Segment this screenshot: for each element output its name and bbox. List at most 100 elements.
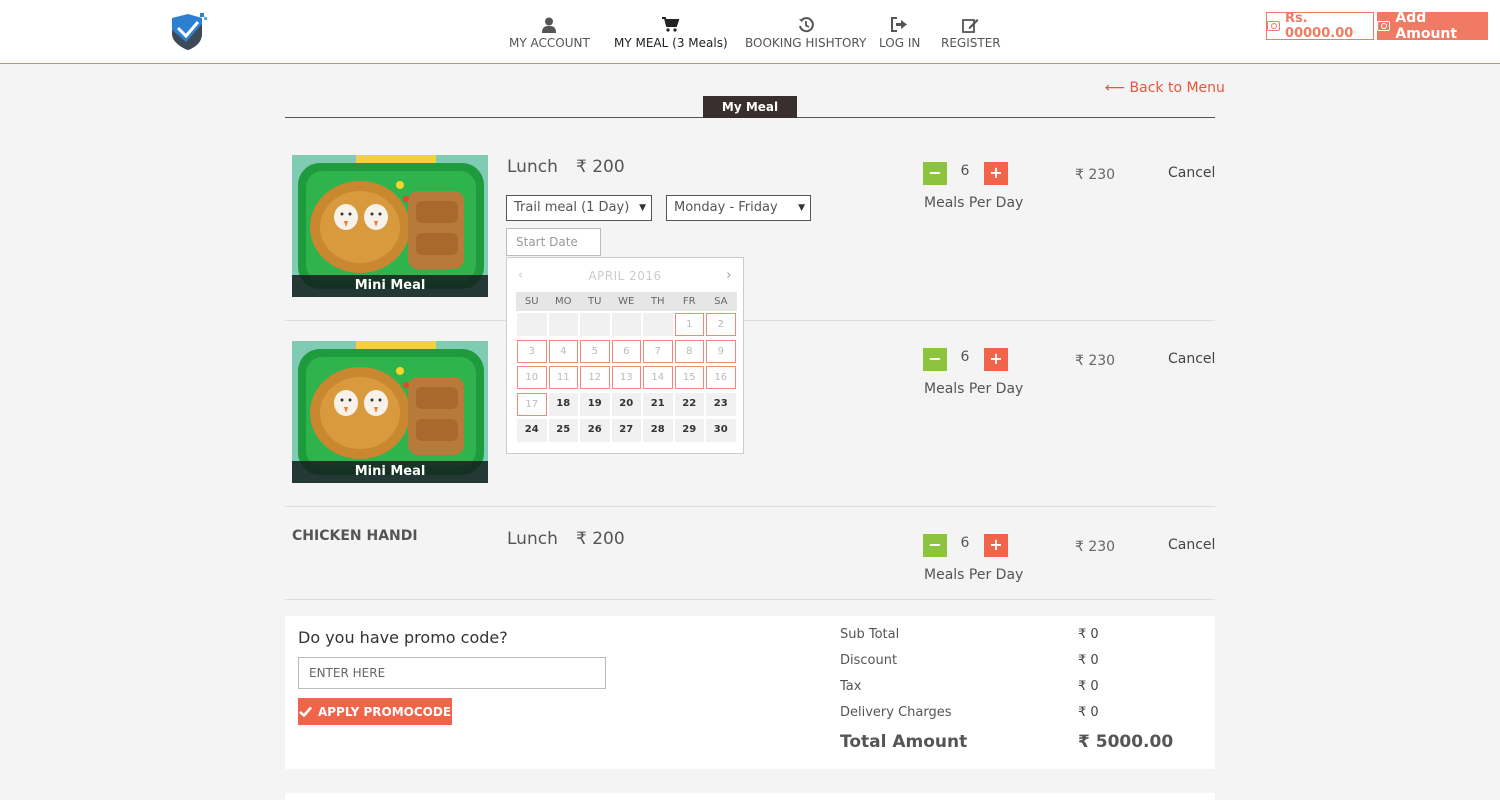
add-amount-button[interactable]: Add Amount	[1377, 10, 1488, 42]
chevron-left-icon[interactable]: ‹	[518, 266, 524, 286]
calendar-empty-cell	[548, 313, 578, 336]
quantity-value: 6	[960, 163, 970, 179]
nav-my-account[interactable]: MY ACCOUNT	[509, 14, 590, 50]
row-divider	[285, 506, 1215, 507]
calendar-day[interactable]: 25	[548, 419, 578, 442]
meal-type: Lunch	[507, 157, 558, 177]
calendar-day: 9	[706, 339, 736, 363]
brand-logo-icon[interactable]	[168, 12, 208, 52]
calendar-day[interactable]: 23	[706, 392, 736, 416]
increase-quantity-button[interactable]: +	[984, 534, 1008, 557]
calendar-day[interactable]: 22	[674, 392, 704, 416]
weekday-label: TU	[588, 296, 602, 307]
calendar-day: 5	[580, 339, 610, 363]
nav-label: MY MEAL (3 Meals)	[614, 36, 728, 50]
calendar-day[interactable]: 29	[674, 419, 704, 442]
decrease-quantity-button[interactable]: −	[923, 534, 947, 557]
weekday-label: SA	[714, 296, 728, 307]
money-icon	[1377, 21, 1391, 31]
check-icon	[299, 706, 312, 717]
promo-code-input[interactable]: ENTER HERE	[298, 657, 606, 689]
wallet-balance: Rs. 00000.00	[1266, 11, 1374, 41]
calendar-day[interactable]: 30	[706, 419, 736, 442]
apply-promocode-button[interactable]: APPLY PROMOCODE	[298, 698, 452, 725]
cancel-meal-link[interactable]: Cancel	[1168, 351, 1215, 367]
promo-title: Do you have promo code?	[298, 628, 508, 647]
line-total: ₹ 230	[1075, 167, 1116, 183]
calendar-day[interactable]: 18	[548, 392, 578, 416]
meal-price: ₹ 200	[576, 529, 625, 549]
calendar-empty-cell	[643, 313, 673, 336]
increase-quantity-button[interactable]: +	[984, 162, 1008, 185]
meal-image: Mini Meal	[292, 155, 488, 297]
cart-icon	[614, 14, 728, 34]
page-title: My Meal	[703, 96, 797, 118]
calendar-day[interactable]: 26	[580, 419, 610, 442]
nav-log-in[interactable]: LOG IN	[879, 14, 920, 50]
calendar-day[interactable]: 24	[517, 419, 547, 442]
calendar-day: 13	[611, 366, 641, 389]
summary-value: ₹ 0	[1078, 627, 1099, 642]
back-to-menu-link[interactable]: ⟵ Back to Menu	[1105, 80, 1225, 96]
wallet-balance-value: Rs. 00000.00	[1285, 11, 1354, 41]
row-divider	[285, 320, 1215, 321]
quantity-value: 6	[960, 349, 970, 365]
date-picker-header: ‹ APRIL 2016 ›	[514, 266, 736, 286]
start-date-input[interactable]: Start Date	[506, 228, 601, 256]
nav-register[interactable]: REGISTER	[941, 14, 1001, 50]
nav-label: BOOKING HISHTORY	[745, 36, 867, 50]
weekday-label: MO	[555, 296, 572, 307]
calendar-empty-cell	[517, 313, 547, 336]
calendar-day: 15	[674, 366, 704, 389]
calendar-day: 3	[517, 339, 547, 363]
decrease-quantity-button[interactable]: −	[923, 348, 947, 371]
calendar-day: 10	[517, 366, 547, 389]
decrease-quantity-button[interactable]: −	[923, 162, 947, 185]
calendar-day[interactable]: 20	[611, 392, 641, 416]
meal-plan-select[interactable]: Trail meal (1 Day) ▼	[506, 195, 652, 221]
calendar-day[interactable]: 28	[643, 419, 673, 442]
nav-my-meal[interactable]: MY MEAL (3 Meals)	[614, 14, 728, 50]
cancel-meal-link[interactable]: Cancel	[1168, 537, 1215, 553]
meal-image-caption: Mini Meal	[292, 275, 488, 297]
meal-price: ₹ 200	[576, 157, 625, 177]
calendar-day[interactable]: 21	[643, 392, 673, 416]
calendar-day: 8	[674, 339, 704, 363]
calendar-week-row: 24 25 26 27 28 29 30	[516, 417, 737, 444]
summary-value: ₹ 0	[1078, 705, 1099, 720]
date-picker-month[interactable]: APRIL 2016	[588, 269, 661, 283]
days-value: Monday - Friday	[674, 200, 778, 215]
meal-plan-value: Trail meal (1 Day)	[514, 200, 630, 215]
calendar-day: 4	[548, 339, 578, 363]
calendar-empty-cell	[580, 313, 610, 336]
quantity-label: Meals Per Day	[924, 381, 1024, 397]
chevron-right-icon[interactable]: ›	[726, 266, 732, 286]
calendar-week-row: 10 11 12 13 14 15 16	[516, 364, 737, 391]
quantity-value: 6	[960, 535, 970, 551]
calendar-week-row: 12	[516, 311, 737, 338]
edit-icon	[941, 14, 1001, 34]
calendar-day: 16	[706, 366, 736, 389]
meal-image-caption: Mini Meal	[292, 461, 488, 483]
nav-booking-history[interactable]: BOOKING HISHTORY	[745, 14, 866, 50]
cancel-meal-link[interactable]: Cancel	[1168, 165, 1215, 181]
summary-label: Delivery Charges	[840, 705, 952, 720]
increase-quantity-button[interactable]: +	[984, 348, 1008, 371]
calendar-day[interactable]: 19	[580, 392, 610, 416]
days-select[interactable]: Monday - Friday ▼	[666, 195, 811, 221]
summary-value: ₹ 0	[1078, 653, 1099, 668]
summary-value: ₹ 0	[1078, 679, 1099, 694]
caret-down-icon: ▼	[798, 203, 805, 213]
user-icon	[509, 14, 590, 34]
weekday-label: WE	[618, 296, 635, 307]
apply-promocode-label: APPLY PROMOCODE	[317, 704, 452, 719]
calendar-day[interactable]: 27	[611, 419, 641, 442]
calendar-day: 1	[674, 313, 704, 336]
calendar-day: 2	[706, 313, 736, 336]
weekday-label: TH	[650, 296, 665, 307]
date-picker-grid: SU MO TU WE TH FR SA 1 2 3 4 5 6 7 8 9 10 11 12 13 14 15 16 17…	[516, 292, 737, 444]
summary-label: Discount	[840, 653, 898, 668]
calendar-day: 7	[643, 339, 673, 363]
nav-label: LOG IN	[879, 36, 921, 50]
meal-image: Mini Meal	[292, 341, 488, 483]
